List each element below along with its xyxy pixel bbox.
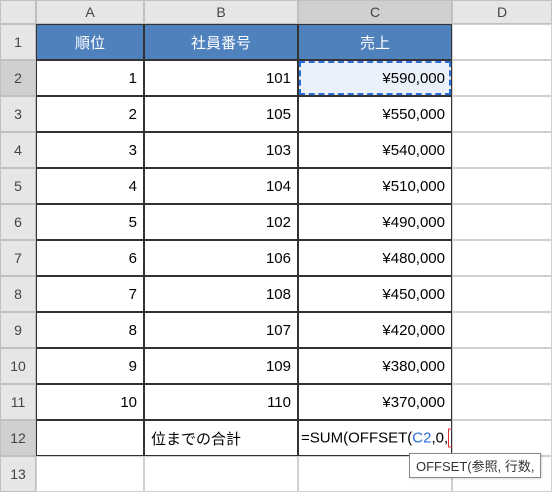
cell-A1[interactable]: 順位: [36, 24, 144, 60]
row-header-2[interactable]: 2: [0, 60, 36, 96]
row-header-6[interactable]: 6: [0, 204, 36, 240]
cell-C8[interactable]: ¥450,000: [298, 276, 452, 312]
cell-A10[interactable]: 9: [36, 348, 144, 384]
row-header-7[interactable]: 7: [0, 240, 36, 276]
row-header-5[interactable]: 5: [0, 168, 36, 204]
row-header-8[interactable]: 8: [0, 276, 36, 312]
col-header-D[interactable]: D: [452, 0, 552, 24]
cell-C3[interactable]: ¥550,000: [298, 96, 452, 132]
cell-D2[interactable]: [452, 60, 552, 96]
row-header-9[interactable]: 9: [0, 312, 36, 348]
cell-A6[interactable]: 5: [36, 204, 144, 240]
row-header-12[interactable]: 12: [0, 420, 36, 456]
cell-D12[interactable]: [452, 420, 552, 456]
cell-B11[interactable]: 110: [144, 384, 298, 420]
cell-B8[interactable]: 108: [144, 276, 298, 312]
cell-A13[interactable]: [36, 456, 144, 492]
cell-A9[interactable]: 8: [36, 312, 144, 348]
cell-D4[interactable]: [452, 132, 552, 168]
cell-C9[interactable]: ¥420,000: [298, 312, 452, 348]
cell-C13[interactable]: OFFSET(参照, 行数,: [298, 456, 452, 492]
row-header-3[interactable]: 3: [0, 96, 36, 132]
formula-text: =SUM(OFFSET(C2,0,0,: [301, 430, 467, 447]
col-header-A[interactable]: A: [36, 0, 144, 24]
cell-D1[interactable]: [452, 24, 552, 60]
cell-C2[interactable]: ¥590,000: [298, 60, 452, 96]
cell-B2[interactable]: 101: [144, 60, 298, 96]
cell-A2[interactable]: 1: [36, 60, 144, 96]
cell-C4[interactable]: ¥540,000: [298, 132, 452, 168]
cell-D6[interactable]: [452, 204, 552, 240]
cell-B4[interactable]: 103: [144, 132, 298, 168]
cell-B5[interactable]: 104: [144, 168, 298, 204]
function-tooltip: OFFSET(参照, 行数,: [409, 453, 541, 478]
cell-D8[interactable]: [452, 276, 552, 312]
cell-D9[interactable]: [452, 312, 552, 348]
cell-D3[interactable]: [452, 96, 552, 132]
cell-C11[interactable]: ¥370,000: [298, 384, 452, 420]
cell-D10[interactable]: [452, 348, 552, 384]
cell-A4[interactable]: 3: [36, 132, 144, 168]
row-header-13[interactable]: 13: [0, 456, 36, 492]
spreadsheet-grid[interactable]: A B C D 1 順位 社員番号 売上 2 1 101 ¥590,000 3 …: [0, 0, 555, 492]
cell-B9[interactable]: 107: [144, 312, 298, 348]
cell-A12[interactable]: [36, 420, 144, 456]
cell-A11[interactable]: 10: [36, 384, 144, 420]
cell-B12[interactable]: 位までの合計: [144, 420, 298, 456]
cell-A5[interactable]: 4: [36, 168, 144, 204]
col-header-C[interactable]: C: [298, 0, 452, 24]
cell-B13[interactable]: [144, 456, 298, 492]
cell-B6[interactable]: 102: [144, 204, 298, 240]
cell-A7[interactable]: 6: [36, 240, 144, 276]
row-header-10[interactable]: 10: [0, 348, 36, 384]
cell-D11[interactable]: [452, 384, 552, 420]
cell-C12-formula[interactable]: =SUM(OFFSET(C2,0,0,: [298, 420, 452, 456]
cell-C6[interactable]: ¥490,000: [298, 204, 452, 240]
cell-C7[interactable]: ¥480,000: [298, 240, 452, 276]
cell-D5[interactable]: [452, 168, 552, 204]
cell-B1[interactable]: 社員番号: [144, 24, 298, 60]
select-all-corner[interactable]: [0, 0, 36, 24]
cell-A8[interactable]: 7: [36, 276, 144, 312]
row-header-1[interactable]: 1: [0, 24, 36, 60]
cell-C5[interactable]: ¥510,000: [298, 168, 452, 204]
cell-B3[interactable]: 105: [144, 96, 298, 132]
row-header-4[interactable]: 4: [0, 132, 36, 168]
cell-C10[interactable]: ¥380,000: [298, 348, 452, 384]
cell-B7[interactable]: 106: [144, 240, 298, 276]
cell-D7[interactable]: [452, 240, 552, 276]
cell-A3[interactable]: 2: [36, 96, 144, 132]
row-header-11[interactable]: 11: [0, 384, 36, 420]
col-header-B[interactable]: B: [144, 0, 298, 24]
cell-C1[interactable]: 売上: [298, 24, 452, 60]
cell-B10[interactable]: 109: [144, 348, 298, 384]
